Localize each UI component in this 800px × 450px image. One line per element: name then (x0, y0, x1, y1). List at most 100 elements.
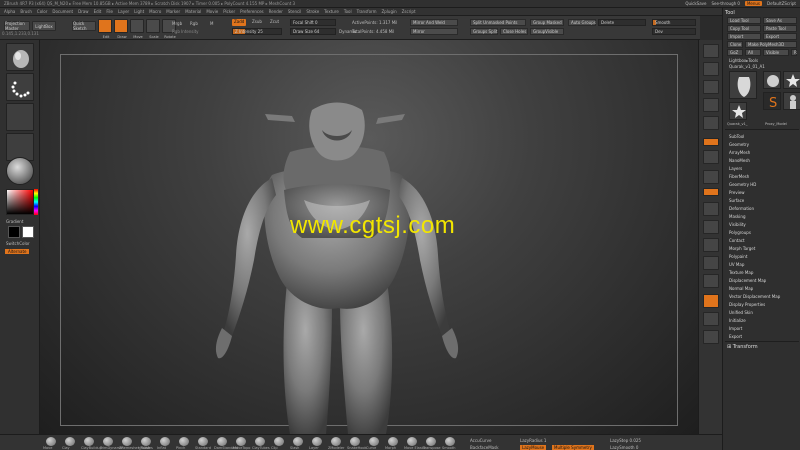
viewport-canvas[interactable]: www.cgtsj.com (40, 40, 698, 434)
section-displacement-map[interactable]: Displacement Map (729, 278, 766, 283)
zsub-toggle[interactable]: Zsub (250, 19, 264, 26)
r-button[interactable]: R (791, 49, 797, 56)
brush-slash-icon[interactable] (293, 437, 303, 446)
projection-master-button[interactable]: Projection Master (4, 21, 30, 31)
section-geometry[interactable]: Geometry (729, 142, 749, 147)
copy-tool-button[interactable]: Copy Tool (727, 25, 761, 32)
section-normal-map[interactable]: Normal Map (729, 286, 753, 291)
mirror-weld-button[interactable]: Mirror And Weld (410, 19, 458, 26)
visible-button[interactable]: Visible (763, 49, 789, 56)
menu-draw[interactable]: Draw (78, 9, 88, 14)
color-picker[interactable] (6, 189, 34, 215)
all-button[interactable]: All (745, 49, 761, 56)
lazy-radius-slider[interactable]: LazyRadius 1 (520, 438, 546, 443)
brush-thumbnail[interactable] (6, 43, 34, 71)
transp-button[interactable] (703, 312, 719, 326)
brush-clip-icon[interactable] (274, 437, 284, 446)
brush-snakehook-icon[interactable] (350, 437, 360, 446)
menu-alpha[interactable]: Alpha (4, 9, 15, 14)
frame-button[interactable] (703, 220, 719, 234)
xyz-button[interactable] (703, 202, 719, 216)
section-deformation[interactable]: Deformation (729, 206, 754, 211)
rgb-intensity-slider[interactable]: Rgb Intensity (172, 29, 199, 34)
section-preview[interactable]: Preview (729, 190, 745, 195)
section-subtool[interactable]: SubTool (729, 134, 744, 139)
lightbox-tools-link[interactable]: Lightbox▸Tools (729, 58, 758, 63)
brush-claybuildup-icon[interactable] (84, 437, 94, 446)
menu-texture[interactable]: Texture (324, 9, 339, 14)
smooth-slider[interactable]: Smooth (652, 19, 696, 26)
section-arraymesh[interactable]: ArrayMesh (729, 150, 750, 155)
section-initialize[interactable]: Initialize (729, 318, 746, 323)
menu-movie[interactable]: Movie (206, 9, 218, 14)
edit-button[interactable]: Edit (98, 19, 112, 39)
section-geometry-hd[interactable]: Geometry HD (729, 182, 756, 187)
section-nanomesh[interactable]: NanoMesh (729, 158, 750, 163)
scale-button[interactable]: Scale (146, 19, 160, 39)
actual-button[interactable] (703, 116, 719, 130)
auto-groups-button[interactable]: Auto Groups (568, 19, 596, 26)
brush-morph-icon[interactable] (388, 437, 398, 446)
menu-edit[interactable]: Edit (94, 9, 102, 14)
menu-material[interactable]: Material (185, 9, 201, 14)
lazy-mouse-toggle[interactable]: LazyMouse (520, 445, 547, 450)
accucurve-toggle[interactable]: AccuCurve (470, 438, 491, 443)
group-masked-button[interactable]: Group Masked (530, 19, 564, 26)
menu-marker[interactable]: Marker (166, 9, 180, 14)
section-display-properties[interactable]: Display Properties (729, 302, 765, 307)
brush-clay-icon[interactable] (65, 437, 75, 446)
section-polygroups[interactable]: Polygroups (729, 230, 751, 235)
proxy-model-thumb[interactable] (783, 92, 800, 110)
brush-standard-icon[interactable] (198, 437, 208, 446)
section-polypaint[interactable]: Polypaint (729, 254, 747, 259)
zadd-toggle[interactable]: Zadd (232, 19, 247, 26)
section-export[interactable]: Export (729, 334, 742, 339)
menu-preferences[interactable]: Preferences (240, 9, 264, 14)
menu-layer[interactable]: Layer (118, 9, 129, 14)
persp-button[interactable] (703, 138, 719, 146)
section-texture-map[interactable]: Texture Map (729, 270, 753, 275)
zoom3d-button[interactable] (703, 256, 719, 270)
goz-button[interactable]: GoZ (727, 49, 743, 56)
brush-damstandard-icon[interactable] (217, 437, 227, 446)
polyf-button[interactable] (703, 294, 719, 308)
draw-button[interactable]: Draw (114, 19, 128, 39)
import-button[interactable]: Import (727, 33, 761, 40)
switch-color-button[interactable]: SwitchColor (6, 241, 30, 246)
default-zscript-button[interactable]: DefaultZScript (767, 1, 796, 6)
menu-stencil[interactable]: Stencil (288, 9, 302, 14)
lsym-button[interactable] (703, 188, 719, 196)
menu-zscript[interactable]: Zscript (402, 9, 416, 14)
menu-light[interactable]: Light (134, 9, 144, 14)
brush-move-elastic-icon[interactable] (407, 437, 417, 446)
section-morph-target[interactable]: Morph Target (729, 246, 755, 251)
z-intensity-slider[interactable]: Z Intensity 25 (232, 28, 282, 35)
main-color-swatch[interactable] (8, 226, 20, 238)
current-tool-thumb[interactable] (729, 71, 757, 99)
menu-document[interactable]: Document (52, 9, 73, 14)
menu-stroke[interactable]: Stroke (306, 9, 319, 14)
material-sphere[interactable] (6, 157, 34, 185)
menu-zplugin[interactable]: Zplugin (382, 9, 397, 14)
stroke-thumbnail[interactable] (6, 73, 34, 101)
group-visible-button[interactable]: GroupVisible (530, 28, 564, 35)
alternate-button[interactable]: Alternate (5, 249, 30, 254)
close-holes-button[interactable]: Close Holes (500, 28, 528, 35)
solo-button[interactable] (703, 330, 719, 344)
brush-zmodeler-icon[interactable] (331, 437, 341, 446)
brush-pinch-icon[interactable] (179, 437, 189, 446)
secondary-color-swatch[interactable] (22, 226, 34, 238)
bpr-button[interactable] (703, 44, 719, 58)
zoom-button[interactable] (703, 98, 719, 112)
brush-smooth-icon[interactable] (445, 437, 455, 446)
clone-button[interactable]: Clone (727, 41, 743, 48)
menu-transform[interactable]: Transform (357, 9, 377, 14)
make-polymesh-button[interactable]: Make PolyMesh3D (745, 41, 797, 48)
mirror-button[interactable]: Mirror (410, 28, 458, 35)
section-contact[interactable]: Contact (729, 238, 745, 243)
transform-palette-title[interactable]: ⊞ Transform (727, 344, 758, 350)
quicksave-button[interactable]: QuickSave (685, 1, 706, 6)
quick-sketch-button[interactable]: Quick Sketch (72, 21, 96, 31)
brush-hpolish-icon[interactable] (141, 437, 151, 446)
mrgb-toggle[interactable]: Mrgb (172, 21, 182, 26)
